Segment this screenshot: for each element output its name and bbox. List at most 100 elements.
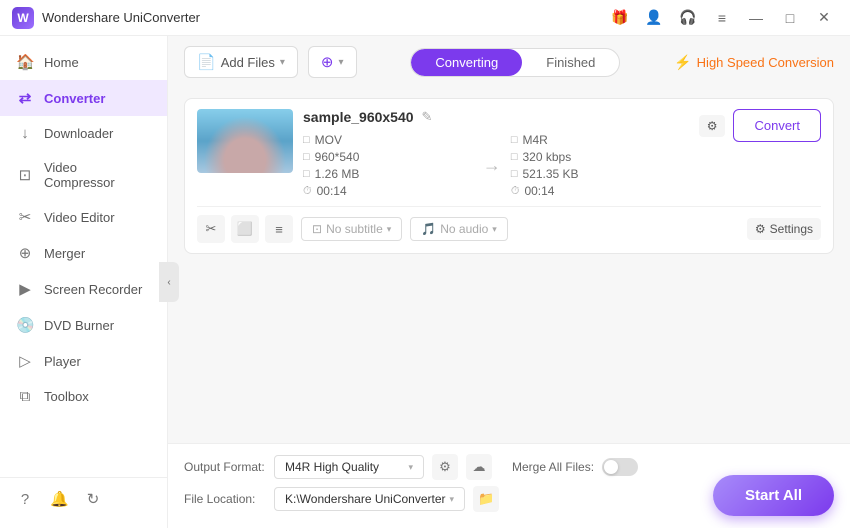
- sidebar-item-home[interactable]: 🏠 Home: [0, 44, 167, 80]
- sidebar-item-toolbox[interactable]: ⧉ Toolbox: [0, 379, 167, 414]
- video-editor-icon: ✂: [16, 208, 34, 226]
- adjust-icon-btn[interactable]: ≡: [265, 215, 293, 243]
- sidebar-item-dvd-burner-label: DVD Burner: [44, 318, 114, 333]
- audio-value: No audio: [440, 222, 488, 236]
- titlebar-controls: 🎁 👤 🎧 ≡ — □ ✕: [606, 4, 838, 32]
- sidebar-item-video-editor[interactable]: ✂ Video Editor: [0, 199, 167, 235]
- titlebar: W Wondershare UniConverter 🎁 👤 🎧 ≡ — □ ✕: [0, 0, 850, 36]
- toolbar-left: 📄 Add Files ▾ ⊕ ▾: [184, 46, 357, 78]
- settings-group-icon-btn[interactable]: ⚙: [699, 115, 726, 137]
- subtitle-chevron-icon: ▾: [387, 224, 392, 235]
- source-resolution: 960*540: [315, 150, 360, 164]
- add-files-icon: 📄: [197, 53, 216, 71]
- sidebar-item-downloader-label: Downloader: [44, 126, 113, 141]
- source-duration: 00:14: [317, 184, 347, 198]
- settings-button[interactable]: ⚙ Settings: [747, 218, 821, 240]
- minimize-button[interactable]: —: [742, 4, 770, 32]
- conversion-arrow: →: [477, 155, 507, 176]
- sidebar-bottom: ? 🔔 ↻: [0, 477, 167, 520]
- sidebar-item-video-compressor[interactable]: ⊡ Video Compressor: [0, 151, 167, 199]
- target-bitrate: 320 kbps: [523, 150, 572, 164]
- sidebar-item-toolbox-label: Toolbox: [44, 389, 89, 404]
- audio-select[interactable]: 🎵 No audio ▾: [410, 217, 508, 241]
- sidebar-item-video-compressor-label: Video Compressor: [44, 160, 151, 190]
- notification-icon[interactable]: 🔔: [50, 490, 68, 508]
- sidebar-item-player[interactable]: ▷ Player: [0, 343, 167, 379]
- target-duration-icon: ⏱: [511, 185, 520, 198]
- file-meta: □ MOV □ 960*540 □ 1.26 MB: [303, 133, 681, 198]
- file-thumbnail: [197, 109, 293, 173]
- sidebar-item-converter[interactable]: ⇄ Converter: [0, 80, 167, 116]
- format-settings-icon-btn[interactable]: ⚙: [432, 454, 458, 480]
- format-cloud-icon-btn[interactable]: ☁: [466, 454, 492, 480]
- toggle-knob: [604, 460, 618, 474]
- output-format-select[interactable]: M4R High Quality ▾: [274, 455, 424, 479]
- merge-label: Merge All Files:: [512, 460, 594, 474]
- sidebar-item-downloader[interactable]: ↓ Downloader: [0, 116, 167, 151]
- screen-recorder-icon: ▶: [16, 280, 34, 298]
- add-shortcut-button[interactable]: ⊕ ▾: [308, 46, 357, 78]
- converter-icon: ⇄: [16, 89, 34, 107]
- file-action-icons: ✂ ⬜ ≡: [197, 215, 293, 243]
- menu-icon[interactable]: ≡: [708, 4, 736, 32]
- sidebar-item-screen-recorder-label: Screen Recorder: [44, 282, 142, 297]
- convert-button[interactable]: Convert: [733, 109, 821, 142]
- format-chevron-icon: ▾: [408, 462, 413, 473]
- sidebar-collapse-button[interactable]: ‹: [159, 262, 179, 302]
- sidebar-item-converter-label: Converter: [44, 91, 105, 106]
- edit-name-icon[interactable]: ✎: [422, 109, 433, 125]
- sidebar-item-dvd-burner[interactable]: 💿 DVD Burner: [0, 307, 167, 343]
- main-layout: 🏠 Home ⇄ Converter ↓ Downloader ⊡ Video …: [0, 36, 850, 528]
- output-format-label: Output Format:: [184, 460, 274, 474]
- size-icon: □: [303, 168, 310, 180]
- sidebar-item-screen-recorder[interactable]: ▶ Screen Recorder: [0, 271, 167, 307]
- source-duration-row: ⏱ 00:14: [303, 184, 473, 198]
- subtitle-select[interactable]: ⊡ No subtitle ▾: [301, 217, 402, 241]
- target-format-icon: □: [511, 134, 518, 146]
- subtitle-value: No subtitle: [326, 222, 383, 236]
- source-resolution-row: □ 960*540: [303, 150, 473, 164]
- tab-converting[interactable]: Converting: [411, 49, 522, 76]
- settings-gear-icon: ⚙: [755, 222, 766, 236]
- start-all-button[interactable]: Start All: [713, 475, 834, 516]
- cut-icon-btn[interactable]: ✂: [197, 215, 225, 243]
- refresh-icon[interactable]: ↻: [84, 490, 102, 508]
- sidebar-item-video-editor-label: Video Editor: [44, 210, 115, 225]
- target-info: □ M4R □ 320 kbps □ 521.35 KB: [511, 133, 681, 198]
- target-format: M4R: [523, 133, 548, 147]
- titlebar-left: W Wondershare UniConverter: [12, 7, 200, 29]
- source-format: MOV: [315, 133, 342, 147]
- file-location-select[interactable]: K:\Wondershare UniConverter ▾: [274, 487, 465, 511]
- sidebar-item-home-label: Home: [44, 55, 79, 70]
- user-icon[interactable]: 👤: [640, 4, 668, 32]
- sidebar-item-merger[interactable]: ⊕ Merger: [0, 235, 167, 271]
- maximize-button[interactable]: □: [776, 4, 804, 32]
- output-format-value: M4R High Quality: [285, 460, 379, 474]
- open-folder-button[interactable]: 📁: [473, 486, 499, 512]
- high-speed-conversion[interactable]: ⚡ High Speed Conversion: [674, 54, 834, 71]
- merge-toggle[interactable]: [602, 458, 638, 476]
- file-card-bottom: ✂ ⬜ ≡ ⊡ No subtitle ▾ 🎵 No audio ▾: [197, 206, 821, 243]
- app-title: Wondershare UniConverter: [42, 10, 200, 25]
- player-icon: ▷: [16, 352, 34, 370]
- lightning-icon: ⚡: [674, 54, 691, 71]
- settings-label: Settings: [770, 222, 813, 236]
- file-name: sample_960x540: [303, 109, 414, 125]
- source-format-row: □ MOV: [303, 133, 473, 147]
- video-compressor-icon: ⊡: [16, 166, 34, 184]
- help-icon[interactable]: ?: [16, 491, 34, 508]
- content-area: 📄 Add Files ▾ ⊕ ▾ Converting Finished ⚡ …: [168, 36, 850, 528]
- app-icon: W: [12, 7, 34, 29]
- target-format-row: □ M4R: [511, 133, 681, 147]
- merger-icon: ⊕: [16, 244, 34, 262]
- close-button[interactable]: ✕: [810, 4, 838, 32]
- headset-icon[interactable]: 🎧: [674, 4, 702, 32]
- location-chevron-icon: ▾: [450, 494, 455, 505]
- top-toolbar: 📄 Add Files ▾ ⊕ ▾ Converting Finished ⚡ …: [168, 36, 850, 88]
- crop-icon-btn[interactable]: ⬜: [231, 215, 259, 243]
- format-action-icons: ⚙ ☁: [432, 454, 492, 480]
- gift-icon[interactable]: 🎁: [606, 4, 634, 32]
- settings-group-icon: ⚙: [707, 119, 718, 133]
- tab-finished[interactable]: Finished: [522, 49, 619, 76]
- add-files-button[interactable]: 📄 Add Files ▾: [184, 46, 298, 78]
